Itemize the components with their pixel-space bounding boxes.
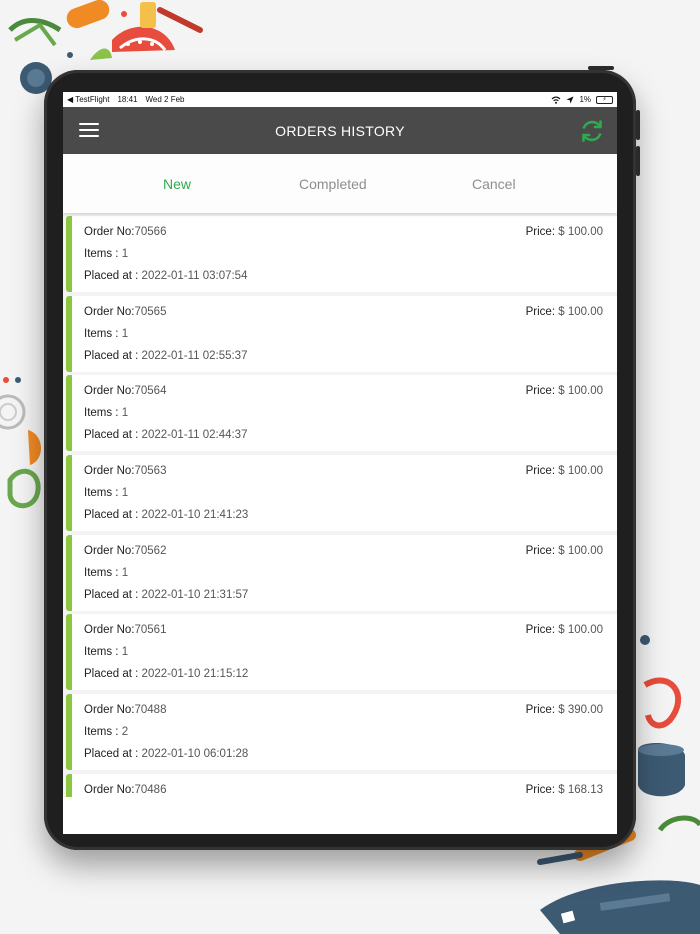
price-value: $ 100.00 — [558, 385, 603, 398]
price-label: Price: — [525, 226, 556, 238]
tablet-volume-down-button — [636, 146, 640, 176]
refresh-icon[interactable] — [579, 118, 605, 144]
order-no-value: 70563 — [134, 465, 167, 478]
food-illustration-left — [0, 377, 42, 509]
placed-at-label: Placed at : — [84, 668, 139, 681]
items-label: Items : — [84, 487, 119, 500]
price-label: Price: — [525, 544, 556, 557]
battery-charging-icon: ⚡ — [596, 95, 613, 104]
order-no-value: 70562 — [134, 544, 167, 557]
placed-at-label: Placed at : — [84, 748, 139, 761]
placed-at-label: Placed at : — [84, 349, 139, 362]
placed-at-value: 2022-01-10 21:41:23 — [141, 509, 249, 522]
placed-at-label: Placed at : — [84, 270, 139, 282]
back-to-app-link[interactable]: ◀ TestFlight — [67, 95, 109, 104]
price-label: Price: — [525, 783, 556, 796]
items-value: 1 — [121, 487, 129, 500]
price-value: $ 100.00 — [558, 226, 603, 238]
items-value: 1 — [121, 566, 129, 579]
price-label: Price: — [525, 465, 556, 478]
price-value: $ 168.13 — [558, 783, 603, 796]
tab-cancel[interactable]: Cancel — [472, 176, 516, 192]
page-title: ORDERS HISTORY — [275, 122, 405, 139]
order-no-label: Order No: — [84, 704, 135, 717]
price-value: $ 390.00 — [558, 704, 603, 717]
orders-list: Order No:70566 Items : 1 Placed at : 202… — [63, 213, 617, 834]
order-list-item[interactable]: Order No:70565 Items : 1 Placed at : 202… — [66, 295, 617, 372]
items-value: 1 — [121, 646, 129, 659]
tab-new[interactable]: New — [163, 176, 191, 192]
location-arrow-icon — [566, 96, 574, 103]
placed-at-value: 2022-01-10 21:31:57 — [141, 588, 249, 601]
order-no-label: Order No: — [84, 305, 135, 318]
order-no-value: 70564 — [134, 385, 167, 398]
status-bar: ◀ TestFlight 18:41 Wed 2 Feb 1% ⚡ — [63, 92, 617, 107]
order-list-item[interactable]: Order No:70562 Items : 1 Placed at : 202… — [66, 534, 617, 611]
items-value: 1 — [121, 407, 129, 420]
order-no-label: Order No: — [84, 544, 135, 557]
order-no-label: Order No: — [84, 624, 135, 637]
order-list-item[interactable]: Order No:70561 Items : 1 Placed at : 202… — [66, 614, 617, 691]
price-value: $ 100.00 — [558, 544, 603, 557]
order-list-item[interactable]: Order No:70563 Items : 1 Placed at : 202… — [66, 455, 617, 532]
app-screen: ◀ TestFlight 18:41 Wed 2 Feb 1% ⚡ ORDERS… — [63, 92, 617, 834]
placed-at-label: Placed at : — [84, 588, 139, 601]
status-date: Wed 2 Feb — [145, 95, 185, 104]
order-no-label: Order No: — [84, 385, 135, 398]
items-label: Items : — [84, 248, 119, 260]
price-label: Price: — [525, 624, 556, 637]
items-label: Items : — [84, 327, 119, 340]
app-header: ORDERS HISTORY — [63, 107, 617, 154]
items-label: Items : — [84, 407, 119, 420]
items-label: Items : — [84, 566, 119, 579]
placed-at-value: 2022-01-10 06:01:28 — [141, 748, 249, 761]
order-list-item[interactable]: Order No:70488 Items : 2 Placed at : 202… — [66, 694, 617, 771]
placed-at-value: 2022-01-11 02:55:37 — [141, 349, 248, 362]
order-no-value: 70565 — [134, 305, 167, 318]
status-time: 18:41 — [117, 95, 138, 104]
price-label: Price: — [525, 305, 556, 318]
items-value: 2 — [121, 726, 129, 739]
price-label: Price: — [525, 704, 556, 717]
screen-bottom-area — [63, 797, 617, 834]
items-value: 1 — [121, 327, 129, 340]
tablet-top-button — [588, 66, 614, 70]
items-value: 1 — [121, 248, 129, 260]
tab-completed[interactable]: Completed — [299, 176, 367, 192]
price-value: $ 100.00 — [558, 465, 603, 478]
order-no-value: 70486 — [134, 783, 167, 796]
order-no-value: 70566 — [134, 226, 167, 238]
battery-percent: 1% — [579, 95, 591, 104]
order-no-label: Order No: — [84, 226, 135, 238]
items-label: Items : — [84, 726, 119, 739]
placed-at-value: 2022-01-11 03:07:54 — [141, 270, 248, 282]
price-value: $ 100.00 — [558, 624, 603, 637]
order-no-value: 70561 — [134, 624, 167, 637]
wifi-icon — [552, 96, 561, 104]
placed-at-label: Placed at : — [84, 509, 139, 522]
order-no-label: Order No: — [84, 783, 135, 796]
placed-at-value: 2022-01-10 21:15:12 — [141, 668, 249, 681]
order-no-label: Order No: — [84, 465, 135, 478]
order-status-tabs: New Completed Cancel — [63, 154, 617, 213]
hamburger-menu-icon[interactable] — [79, 121, 99, 139]
placed-at-value: 2022-01-11 02:44:37 — [141, 429, 248, 442]
placed-at-label: Placed at : — [84, 429, 139, 442]
order-list-item[interactable]: Order No:70566 Items : 1 Placed at : 202… — [66, 216, 617, 292]
order-list-item[interactable]: Order No:70564 Items : 1 Placed at : 202… — [66, 375, 617, 452]
items-label: Items : — [84, 646, 119, 659]
price-value: $ 100.00 — [558, 305, 603, 318]
tablet-volume-up-button — [636, 110, 640, 140]
price-label: Price: — [525, 385, 556, 398]
order-no-value: 70488 — [134, 704, 167, 717]
